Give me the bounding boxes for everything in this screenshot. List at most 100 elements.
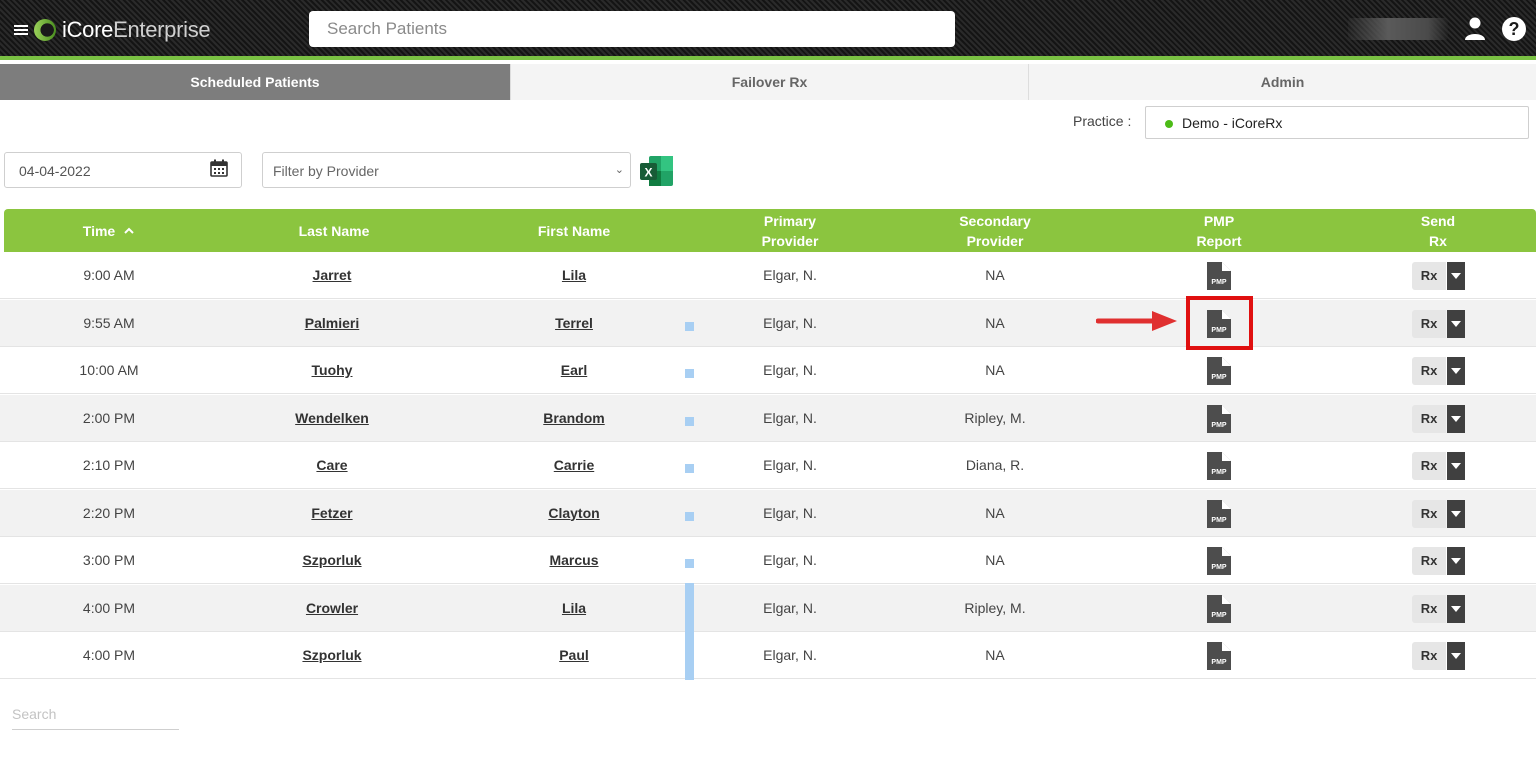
cell-secondary-provider: NA <box>985 314 1005 331</box>
cell-first-name-link[interactable]: Brandom <box>494 395 654 442</box>
send-rx-label: Rx <box>1412 547 1446 575</box>
provider-filter-select[interactable]: Filter by Provider ⌄ <box>262 152 631 188</box>
cell-last-name-link[interactable]: Crowler <box>254 585 410 632</box>
send-rx-button[interactable]: Rx <box>1412 262 1465 290</box>
send-rx-button[interactable]: Rx <box>1412 452 1465 480</box>
annotation-arrow-icon <box>1096 311 1177 331</box>
cell-secondary-provider: Ripley, M. <box>964 599 1026 616</box>
cell-last-name-link[interactable]: Wendelken <box>254 395 410 442</box>
chevron-down-icon: ⌄ <box>614 164 624 176</box>
excel-export-icon[interactable]: X <box>640 156 673 186</box>
column-header-secondary-provider[interactable]: Secondary Provider <box>915 209 1075 252</box>
cell-first-name-link[interactable]: Paul <box>494 632 654 679</box>
svg-text:PMP: PMP <box>1211 612 1227 619</box>
send-rx-label: Rx <box>1412 357 1446 385</box>
send-rx-label: Rx <box>1412 404 1446 433</box>
cell-primary-provider: Elgar, N. <box>763 314 817 331</box>
column-header-primary-provider[interactable]: Primary Provider <box>710 209 870 252</box>
svg-text:PMP: PMP <box>1211 422 1227 429</box>
cell-last-name-link[interactable]: Tuohy <box>254 347 410 394</box>
cell-time: 9:00 AM <box>83 267 135 283</box>
caret-down-icon[interactable] <box>1447 404 1465 433</box>
send-rx-button[interactable]: Rx <box>1412 404 1465 433</box>
cell-secondary-provider: NA <box>985 267 1005 283</box>
pmp-report-icon[interactable]: PMP <box>1207 357 1231 385</box>
pmp-report-icon[interactable]: PMP <box>1207 452 1231 480</box>
logo-enterprise: Enterprise <box>113 17 211 42</box>
cell-first-name-link[interactable]: Clayton <box>494 490 654 537</box>
logo-core: iCore <box>62 17 114 42</box>
send-rx-label: Rx <box>1412 262 1446 290</box>
date-picker[interactable]: 04-04-2022 <box>4 152 242 188</box>
send-rx-label: Rx <box>1412 499 1446 528</box>
app-logo: iCoreEnterprise <box>62 17 211 43</box>
send-rx-label: Rx <box>1412 309 1446 338</box>
cell-first-name-link[interactable]: Marcus <box>494 537 654 584</box>
caret-down-icon[interactable] <box>1447 547 1465 575</box>
caret-down-icon[interactable] <box>1447 309 1465 338</box>
column-header-secondary-provider-line2: Provider <box>966 232 1024 249</box>
cell-last-name-link[interactable]: Palmieri <box>254 300 410 347</box>
table-row: 2:20 PM Fetzer Clayton Elgar, N. NA PMP Rx <box>0 489 1536 537</box>
table-row: 9:00 AM Jarret Lila Elgar, N. NA PMP Rx <box>0 252 1536 299</box>
logo-icon <box>34 19 56 41</box>
tab-admin[interactable]: Admin <box>1028 64 1536 100</box>
pmp-report-icon[interactable]: PMP <box>1207 594 1231 623</box>
table-row: 2:10 PM Care Carrie Elgar, N. Diana, R. PMP Rx <box>0 442 1536 489</box>
cell-last-name-link[interactable]: Fetzer <box>254 490 410 537</box>
caret-down-icon[interactable] <box>1447 262 1465 290</box>
practice-select[interactable]: Demo - iCoreRx <box>1145 106 1529 139</box>
send-rx-button[interactable]: Rx <box>1412 642 1465 670</box>
send-rx-button[interactable]: Rx <box>1412 547 1465 575</box>
svg-text:PMP: PMP <box>1211 659 1227 666</box>
pmp-report-icon[interactable]: PMP <box>1207 547 1231 575</box>
cell-first-name-link[interactable]: Lila <box>494 585 654 632</box>
cell-primary-provider: Elgar, N. <box>763 552 817 568</box>
send-rx-button[interactable]: Rx <box>1412 499 1465 528</box>
cell-last-name-link[interactable]: Jarret <box>254 252 410 299</box>
help-icon[interactable]: ? <box>1502 17 1526 41</box>
cell-last-name-link[interactable]: Szporluk <box>254 537 410 584</box>
caret-down-icon[interactable] <box>1447 499 1465 528</box>
tab-failover-rx[interactable]: Failover Rx <box>510 64 1028 100</box>
calendar-icon[interactable] <box>210 159 228 177</box>
visit-marker-icon <box>685 559 694 568</box>
visit-marker-icon <box>685 416 694 426</box>
column-header-secondary-provider-line1: Secondary <box>959 212 1031 229</box>
cell-first-name-link[interactable]: Terrel <box>494 300 654 347</box>
column-header-send-rx: Send Rx <box>1358 209 1518 252</box>
cell-first-name-link[interactable]: Earl <box>494 347 654 394</box>
search-patients-input[interactable] <box>309 11 955 47</box>
send-rx-button[interactable]: Rx <box>1412 357 1465 385</box>
cell-time: 9:55 AM <box>83 314 135 331</box>
column-header-primary-provider-line1: Primary <box>763 212 817 229</box>
pmp-report-icon[interactable]: PMP <box>1207 262 1231 290</box>
caret-down-icon[interactable] <box>1447 642 1465 670</box>
cell-first-name-link[interactable]: Lila <box>494 252 654 299</box>
practice-value: Demo - iCoreRx <box>1182 115 1283 131</box>
pmp-report-icon[interactable]: PMP <box>1207 642 1231 670</box>
user-icon[interactable] <box>1464 17 1486 41</box>
column-header-time[interactable]: Time <box>34 209 184 252</box>
pmp-report-icon[interactable]: PMP <box>1207 499 1231 528</box>
menu-icon[interactable] <box>14 23 28 35</box>
caret-down-icon[interactable] <box>1447 452 1465 480</box>
main-tabs: Scheduled Patients Failover Rx Admin <box>0 64 1536 100</box>
column-header-last-name[interactable]: Last Name <box>254 209 414 252</box>
pmp-report-icon[interactable]: PMP <box>1207 404 1231 433</box>
svg-text:PMP: PMP <box>1211 517 1227 524</box>
cell-first-name-link[interactable]: Carrie <box>494 442 654 489</box>
cell-secondary-provider: NA <box>985 504 1005 521</box>
caret-down-icon[interactable] <box>1447 357 1465 385</box>
cell-time: 2:20 PM <box>82 504 136 521</box>
cell-last-name-link[interactable]: Care <box>254 442 410 489</box>
send-rx-label: Rx <box>1412 642 1446 670</box>
column-header-first-name[interactable]: First Name <box>494 209 654 252</box>
column-header-time-label: Time <box>82 222 116 239</box>
send-rx-button[interactable]: Rx <box>1412 309 1465 338</box>
table-search-input[interactable] <box>12 698 179 730</box>
send-rx-button[interactable]: Rx <box>1412 594 1465 623</box>
tab-scheduled-patients[interactable]: Scheduled Patients <box>0 64 510 100</box>
caret-down-icon[interactable] <box>1447 594 1465 623</box>
cell-last-name-link[interactable]: Szporluk <box>254 632 410 679</box>
